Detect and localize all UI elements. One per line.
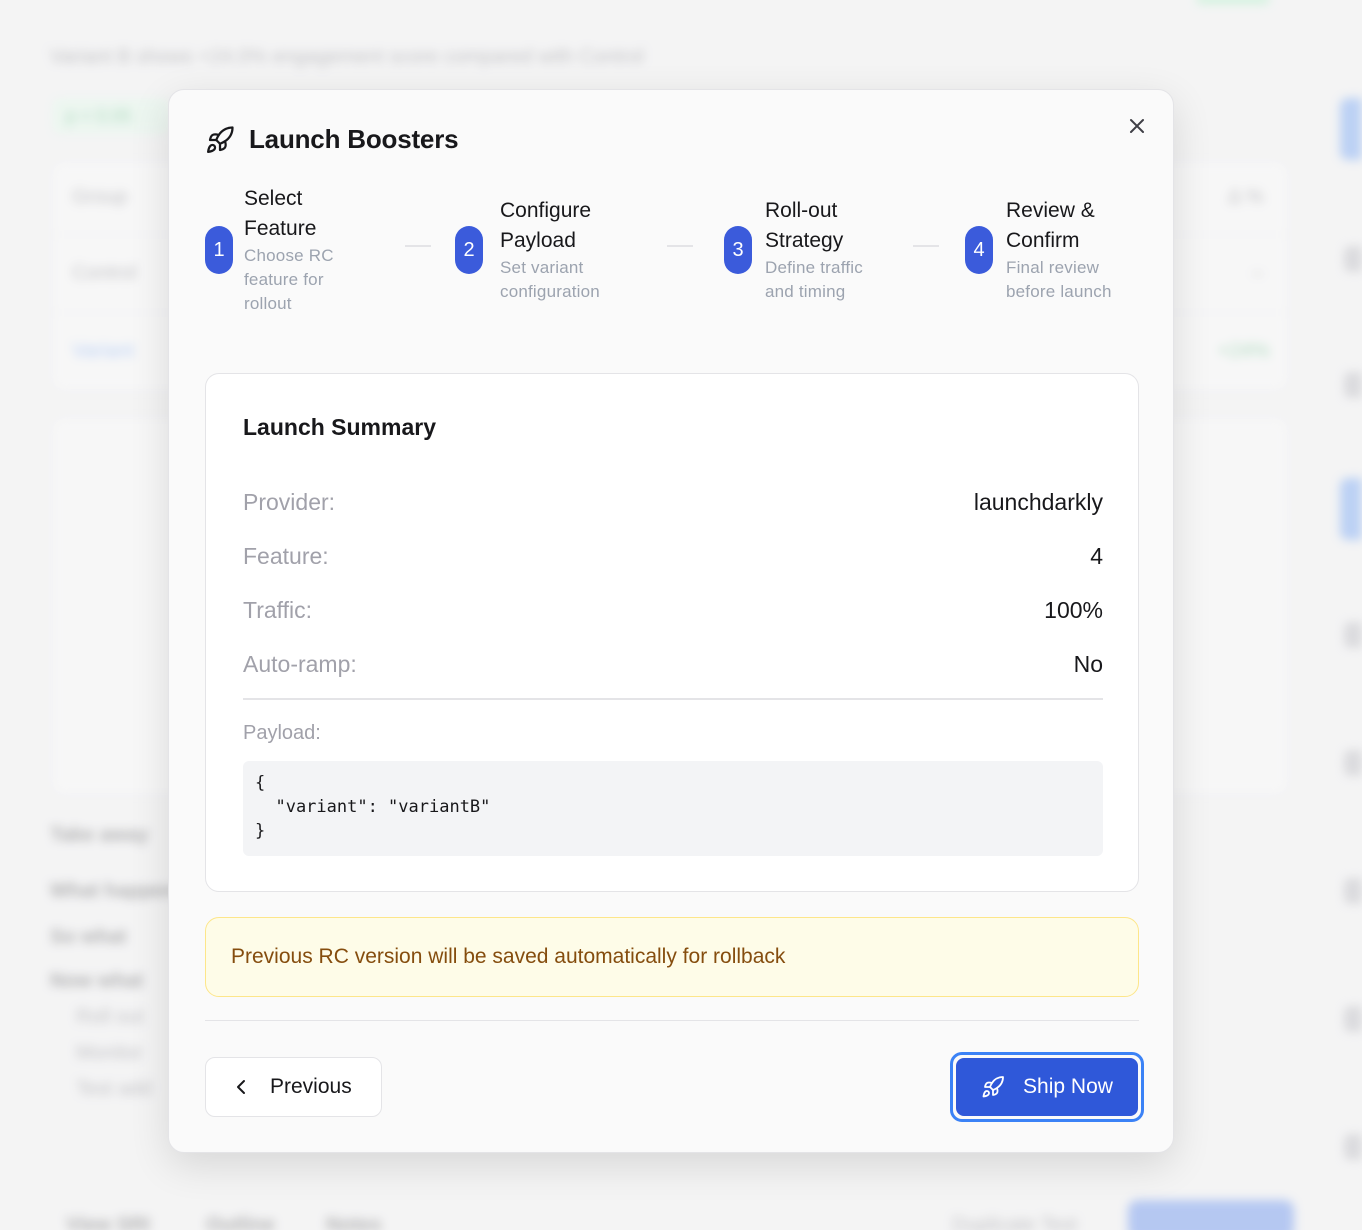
previous-button[interactable]: Previous: [205, 1057, 382, 1117]
step-number: 2: [455, 226, 483, 274]
step-connector: [405, 245, 431, 247]
summary-value: launchdarkly: [973, 488, 1103, 515]
ship-now-focus-ring: Ship Now: [950, 1052, 1144, 1122]
step-description: Set variant: [500, 258, 584, 277]
step-connector: [667, 245, 693, 247]
dialog-title: Launch Boosters: [249, 124, 459, 154]
summary-key: Traffic:: [243, 596, 313, 623]
step-configure-payload[interactable]: 2 Configure Payload Set variant configur…: [455, 196, 600, 304]
step-title: Review &: [1006, 199, 1095, 222]
step-description: Final review: [1006, 258, 1100, 277]
dialog-header: Launch Boosters: [205, 124, 459, 155]
summary-value: No: [1073, 650, 1103, 677]
step-description: Choose RC: [244, 246, 334, 265]
step-description: feature for: [244, 270, 324, 289]
step-title: Select: [244, 187, 303, 210]
step-select-feature[interactable]: 1 Select Feature Choose RC feature for r…: [205, 184, 334, 316]
summary-key: Provider:: [243, 488, 336, 515]
step-title: Feature: [244, 217, 317, 240]
close-icon: [1130, 119, 1144, 133]
step-title: Payload: [500, 229, 576, 252]
summary-row-auto-ramp: Auto-ramp: No: [243, 649, 1103, 679]
step-description: before launch: [1006, 282, 1112, 301]
step-number: 1: [205, 226, 233, 274]
payload-label: Payload:: [243, 722, 321, 744]
summary-row-provider: Provider: launchdarkly: [243, 487, 1103, 517]
step-review-confirm[interactable]: 4 Review & Confirm Final review before l…: [965, 196, 1112, 304]
step-number: 3: [724, 226, 752, 274]
step-description: Define traffic: [765, 258, 863, 277]
summary-value: 4: [1090, 542, 1103, 569]
summary-row-traffic: Traffic: 100%: [243, 595, 1103, 625]
previous-button-label: Previous: [270, 1075, 352, 1098]
payload-code-block: { "variant": "variantB" }: [243, 761, 1103, 856]
step-title: Strategy: [765, 229, 844, 252]
launch-boosters-dialog: Launch Boosters 1 Select Feature Choose …: [168, 89, 1174, 1153]
summary-title: Launch Summary: [243, 414, 436, 440]
ship-now-label: Ship Now: [1023, 1075, 1113, 1098]
step-description: and timing: [765, 282, 846, 301]
rocket-icon: [207, 125, 234, 153]
footer-divider: [205, 1020, 1139, 1021]
chevron-left-icon: [237, 1080, 245, 1094]
summary-key: Auto-ramp:: [243, 650, 357, 677]
step-description: configuration: [500, 282, 600, 301]
rollback-notice: Previous RC version will be saved automa…: [205, 917, 1139, 997]
ship-now-button[interactable]: Ship Now: [956, 1058, 1138, 1116]
summary-value: 100%: [1044, 596, 1103, 623]
launch-summary-card: Launch Summary Provider: launchdarkly Fe…: [205, 373, 1139, 892]
summary-key: Feature:: [243, 542, 329, 569]
step-title: Roll-out: [765, 199, 838, 222]
wizard-stepper: 1 Select Feature Choose RC feature for r…: [205, 184, 1139, 324]
summary-row-feature: Feature: 4: [243, 541, 1103, 571]
rocket-icon: [982, 1076, 1004, 1098]
summary-divider: [243, 698, 1103, 700]
close-button[interactable]: [1123, 112, 1151, 140]
step-description: rollout: [244, 294, 292, 313]
step-rollout-strategy[interactable]: 3 Roll-out Strategy Define traffic and t…: [724, 196, 863, 304]
step-title: Configure: [500, 199, 592, 222]
step-title: Confirm: [1006, 229, 1080, 252]
step-connector: [913, 245, 939, 247]
step-number: 4: [965, 226, 993, 274]
